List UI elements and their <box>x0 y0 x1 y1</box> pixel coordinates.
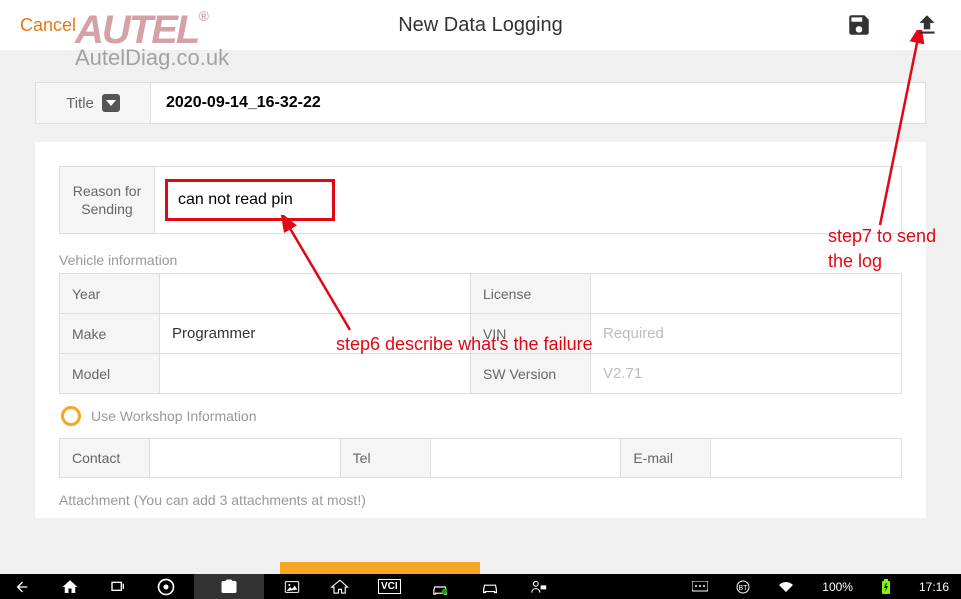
year-label: Year <box>60 274 160 313</box>
license-value[interactable] <box>591 274 901 313</box>
license-label: License <box>471 274 591 313</box>
vehicle-grid: Year License Make Programmer VIN Require… <box>59 273 902 394</box>
email-label: E-mail <box>621 439 711 477</box>
contact-grid: Contact Tel E-mail <box>59 438 902 478</box>
battery-icon <box>881 579 891 595</box>
vci-icon[interactable]: VCI <box>378 579 401 594</box>
title-row: Title 2020-09-14_16-32-22 <box>35 82 926 124</box>
car-check-icon[interactable] <box>429 579 451 595</box>
workshop-label: Use Workshop Information <box>91 408 256 424</box>
car-icon[interactable] <box>479 580 501 594</box>
contact-value[interactable] <box>150 439 341 477</box>
email-value[interactable] <box>711 439 901 477</box>
vehicle-section-label: Vehicle information <box>59 252 902 268</box>
battery-level: 100% <box>822 580 853 594</box>
svg-text:BT: BT <box>739 585 749 592</box>
radio-icon <box>61 406 81 426</box>
model-value[interactable] <box>160 354 471 393</box>
year-value[interactable] <box>160 274 471 313</box>
attachment-label: Attachment (You can add 3 attachments at… <box>59 492 902 508</box>
attachment-button[interactable] <box>280 562 480 574</box>
title-value[interactable]: 2020-09-14_16-32-22 <box>151 94 321 112</box>
form-panel: Reason for Sending Vehicle information Y… <box>35 142 926 518</box>
support-icon[interactable] <box>529 579 549 595</box>
camera-icon[interactable] <box>218 578 240 596</box>
page-title: New Data Logging <box>0 14 961 37</box>
wifi-icon <box>778 581 794 593</box>
cancel-button[interactable]: Cancel <box>20 15 76 36</box>
workshop-toggle[interactable]: Use Workshop Information <box>59 394 902 438</box>
home-icon[interactable] <box>60 578 80 596</box>
bluetooth-icon: BT <box>736 580 750 594</box>
reason-input[interactable] <box>165 179 335 221</box>
reason-label: Reason for Sending <box>60 167 155 233</box>
tel-value[interactable] <box>431 439 622 477</box>
upload-icon[interactable] <box>913 11 941 39</box>
app-header: Cancel New Data Logging <box>0 0 961 50</box>
gallery-icon[interactable] <box>282 579 302 595</box>
message-icon[interactable] <box>692 581 708 593</box>
tel-label: Tel <box>341 439 431 477</box>
title-label: Title <box>66 95 94 112</box>
system-nav-bar: VCI BT 100% 17:16 <box>0 574 961 599</box>
swversion-value[interactable]: V2.71 <box>591 354 901 393</box>
app-home-icon[interactable] <box>330 578 350 596</box>
back-icon[interactable] <box>12 579 32 595</box>
contact-label: Contact <box>60 439 150 477</box>
clock: 17:16 <box>919 580 949 594</box>
chevron-down-icon[interactable] <box>102 94 120 112</box>
swversion-label: SW Version <box>471 354 591 393</box>
browser-icon[interactable] <box>156 577 176 597</box>
vin-label: VIN <box>471 314 591 353</box>
save-icon[interactable] <box>845 11 873 39</box>
make-label: Make <box>60 314 160 353</box>
recent-icon[interactable] <box>108 579 128 595</box>
model-label: Model <box>60 354 160 393</box>
vin-value[interactable]: Required <box>591 314 901 353</box>
make-value[interactable]: Programmer <box>160 314 471 353</box>
